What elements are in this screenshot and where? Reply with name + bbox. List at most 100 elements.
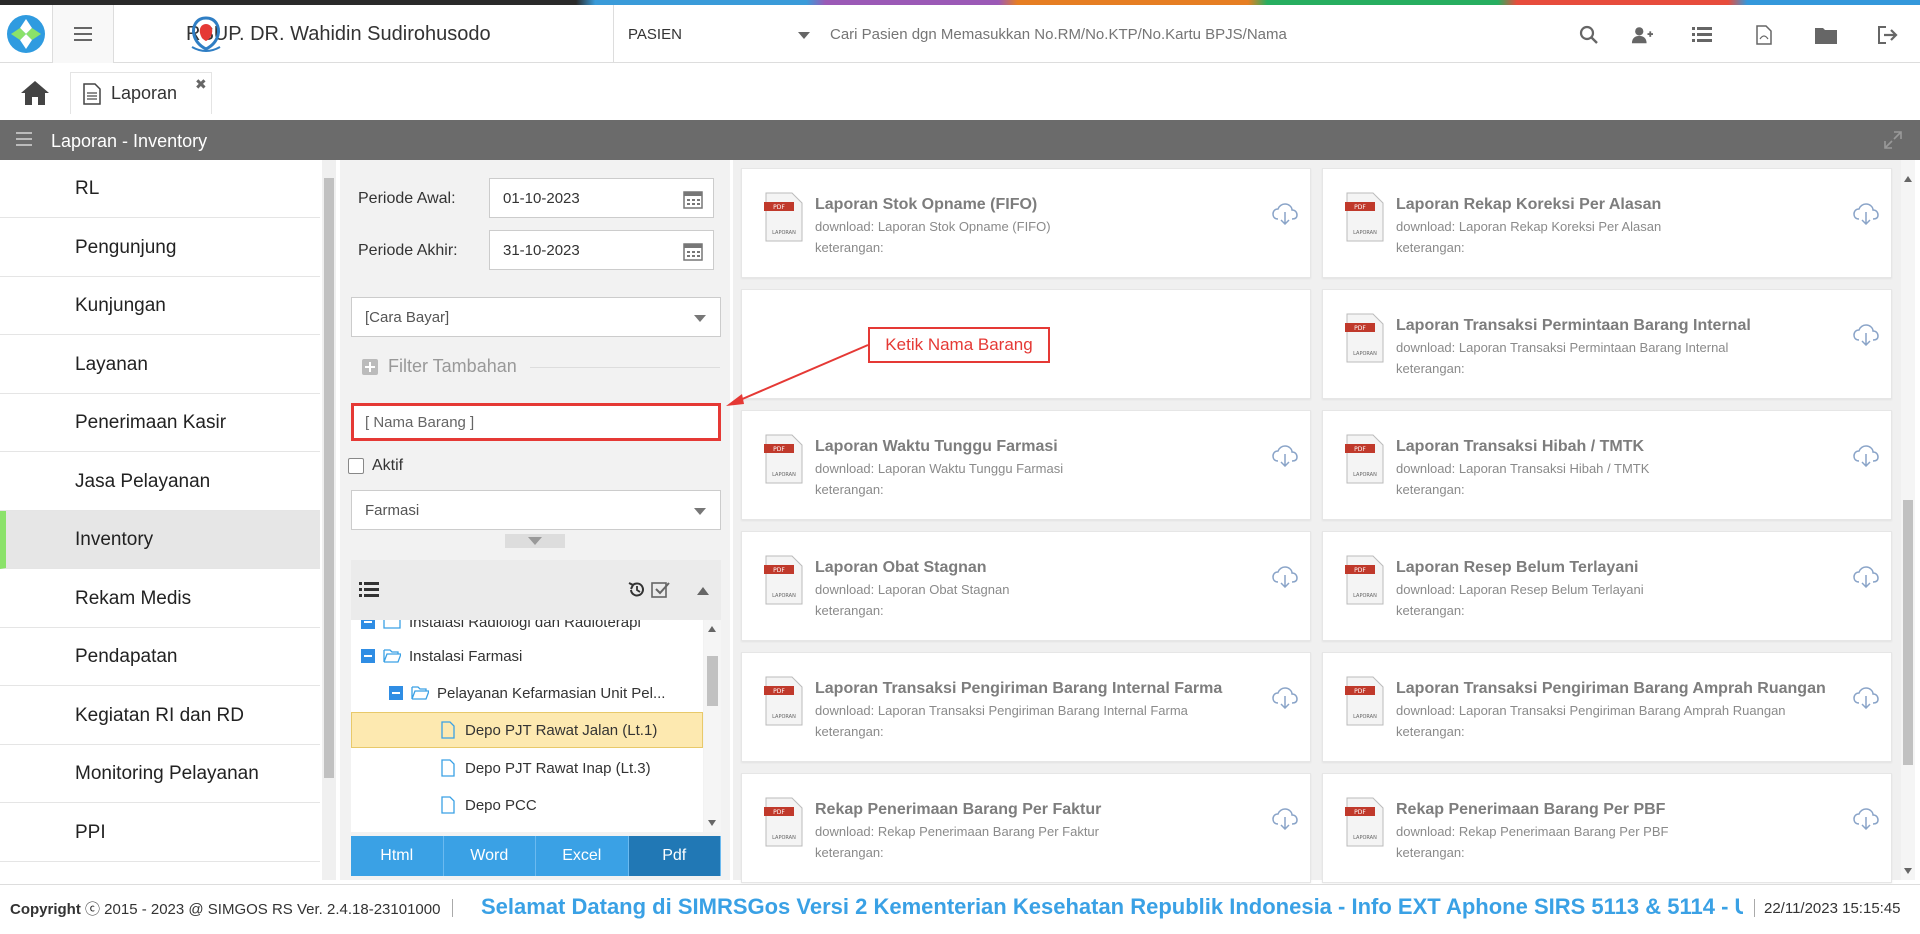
sidebar-item-penerimaan-kasir[interactable]: Penerimaan Kasir — [0, 394, 320, 452]
tab-laporan[interactable]: Laporan ✖ — [70, 72, 212, 114]
cloud-download-icon[interactable] — [1853, 445, 1879, 467]
sidebar-item-pengunjung[interactable]: Pengunjung — [0, 219, 320, 277]
report-card[interactable]: PDF LAPORAN Laporan Transaksi Pengiriman … — [1322, 652, 1892, 762]
footer-datetime: 22/11/2023 15:15:45 — [1764, 900, 1901, 917]
report-card[interactable]: PDF LAPORAN Laporan Stok Opname (FIFO) do… — [741, 168, 1311, 278]
calendar-icon[interactable] — [683, 189, 703, 209]
cloud-download-icon[interactable] — [1272, 203, 1298, 225]
report-card[interactable]: PDF LAPORAN Laporan Resep Belum Terlayani… — [1322, 531, 1892, 641]
chevron-up-icon[interactable] — [697, 587, 709, 595]
cloud-download-icon[interactable] — [1272, 687, 1298, 709]
cloud-download-icon[interactable] — [1853, 203, 1879, 225]
cloud-download-icon[interactable] — [1853, 687, 1879, 709]
sidebar-item-kunjungan[interactable]: Kunjungan — [0, 277, 320, 335]
sidebar-item-rekam-medis[interactable]: Rekam Medis — [0, 570, 320, 628]
periode-awal-input[interactable]: 01-10-2023 — [489, 178, 714, 218]
footer: Copyright ⓒ 2015 - 2023 @ SIMGOS RS Ver.… — [0, 884, 1920, 930]
export-word-button[interactable]: Word — [443, 836, 536, 876]
sidebar-item-layanan[interactable]: Layanan — [0, 336, 320, 394]
tree-item[interactable]: Depo PJT Rawat Inap (Lt.3) — [351, 750, 703, 786]
hamburger-menu-button[interactable] — [52, 5, 114, 63]
expand-icon[interactable] — [361, 620, 375, 629]
report-title[interactable]: Rekap Penerimaan Barang Per Faktur — [815, 801, 1101, 819]
report-title[interactable]: Laporan Waktu Tunggu Farmasi — [815, 438, 1058, 456]
sidebar-item-rl[interactable]: RL — [0, 160, 320, 218]
sidebar-scrollbar[interactable] — [322, 160, 336, 880]
report-card[interactable]: PDF LAPORAN Rekap Penerimaan Barang Per P… — [1322, 773, 1892, 883]
periode-akhir-input[interactable]: 31-10-2023 — [489, 230, 714, 270]
report-title[interactable]: Laporan Transaksi Pengiriman Barang Inte… — [815, 680, 1222, 698]
report-card[interactable]: PDF LAPORAN Laporan Obat Stagnan download… — [741, 531, 1311, 641]
tree-item[interactable]: Pelayanan Kefarmasian Unit Pel... — [351, 675, 703, 711]
nama-barang-input[interactable]: [ Nama Barang ] — [351, 403, 721, 441]
report-title[interactable]: Rekap Penerimaan Barang Per PBF — [1396, 801, 1665, 819]
report-card[interactable]: PDF LAPORAN Rekap Penerimaan Barang Per F… — [741, 773, 1311, 883]
report-title[interactable]: Laporan Obat Stagnan — [815, 559, 987, 577]
home-icon[interactable] — [16, 78, 54, 108]
check-all-icon[interactable] — [651, 580, 671, 600]
aktif-label: Aktif — [372, 457, 404, 474]
report-title[interactable]: Laporan Transaksi Pengiriman Barang Ampr… — [1396, 680, 1826, 698]
export-pdf-button[interactable]: Pdf — [628, 836, 721, 876]
sidebar-item-jasa-pelayanan[interactable]: Jasa Pelayanan — [0, 453, 320, 511]
report-title[interactable]: Laporan Transaksi Permintaan Barang Inte… — [1396, 317, 1751, 335]
report-card[interactable]: PDF LAPORAN Laporan Transaksi Pengiriman … — [741, 652, 1311, 762]
report-title[interactable]: Laporan Resep Belum Terlayani — [1396, 559, 1638, 577]
search-icon[interactable] — [1578, 24, 1600, 46]
tree-item-selected[interactable]: Depo PJT Rawat Jalan (Lt.1) — [351, 712, 703, 748]
cloud-download-icon[interactable] — [1853, 324, 1879, 346]
patient-search-input[interactable] — [830, 19, 1550, 49]
tree-scrollbar[interactable] — [704, 620, 721, 832]
history-icon[interactable] — [627, 580, 647, 600]
collapse-icon[interactable] — [361, 649, 375, 663]
report-title[interactable]: Laporan Rekap Koreksi Per Alasan — [1396, 196, 1661, 214]
collapse-icon[interactable] — [389, 686, 403, 700]
pdf-file-icon: PDF LAPORAN — [1345, 555, 1384, 605]
report-title[interactable]: Laporan Transaksi Hibah / TMTK — [1396, 438, 1644, 456]
cara-bayar-select[interactable]: [Cara Bayar] — [351, 297, 721, 337]
cloud-download-icon[interactable] — [1853, 808, 1879, 830]
cloud-download-icon[interactable] — [1853, 566, 1879, 588]
section-menu-icon[interactable] — [16, 132, 32, 146]
filter-tambahan-toggle[interactable]: Filter Tambahan — [362, 356, 517, 377]
calendar-icon[interactable] — [683, 241, 703, 261]
tree-item[interactable]: Instalasi Farmasi — [351, 638, 703, 674]
sidebar-item-monitoring-pelayanan[interactable]: Monitoring Pelayanan — [0, 745, 320, 803]
svg-text:LAPORAN: LAPORAN — [1353, 835, 1377, 841]
report-card[interactable]: PDF LAPORAN Laporan Waktu Tunggu Farmasi … — [741, 410, 1311, 520]
report-keterangan: keterangan: — [1396, 240, 1465, 255]
sidebar-item-ppi[interactable]: PPI — [0, 804, 320, 862]
aktif-checkbox-row[interactable]: Aktif — [348, 457, 403, 475]
report-title[interactable]: Laporan Stok Opname (FIFO) — [815, 196, 1037, 214]
aktif-checkbox[interactable] — [348, 458, 364, 474]
sidebar-item-kegiatan-ri-rd[interactable]: Kegiatan RI dan RD — [0, 687, 320, 745]
add-user-icon[interactable] — [1631, 24, 1653, 46]
tree-item[interactable]: Depo PCC — [351, 787, 703, 823]
cloud-download-icon[interactable] — [1272, 808, 1298, 830]
cloud-download-icon[interactable] — [1272, 445, 1298, 467]
pasien-type-select[interactable]: PASIEN — [614, 5, 824, 63]
report-card[interactable]: PDF LAPORAN Laporan Transaksi Permintaan … — [1322, 289, 1892, 399]
list-icon[interactable] — [1691, 24, 1713, 46]
close-icon[interactable]: ✖ — [195, 76, 207, 93]
report-card[interactable]: PDF LAPORAN Laporan Transaksi Hibah / TMT… — [1322, 410, 1892, 520]
cloud-download-icon[interactable] — [1272, 566, 1298, 588]
folder-icon[interactable] — [1815, 24, 1837, 46]
jenis-select[interactable]: Farmasi — [351, 490, 721, 530]
expand-icon[interactable] — [1884, 131, 1902, 149]
pdf-icon[interactable] — [1753, 24, 1775, 46]
sidebar-item-pendapatan[interactable]: Pendapatan — [0, 628, 320, 686]
app-logo[interactable] — [0, 5, 52, 63]
chevron-down-icon — [694, 315, 706, 322]
report-scrollbar[interactable] — [1901, 160, 1915, 880]
list-icon[interactable] — [359, 582, 379, 598]
logout-icon[interactable] — [1877, 24, 1899, 46]
export-excel-button[interactable]: Excel — [536, 836, 629, 876]
chevron-down-icon[interactable] — [798, 32, 810, 39]
collapse-toggle[interactable] — [505, 534, 565, 548]
tree-item[interactable]: Instalasi Radiologi dan Radioterapi — [351, 620, 703, 640]
report-card[interactable]: PDF LAPORAN Laporan Rekap Koreksi Per Ala… — [1322, 168, 1892, 278]
export-html-button[interactable]: Html — [351, 836, 444, 876]
sidebar-item-inventory[interactable]: Inventory — [0, 511, 320, 569]
file-icon — [441, 721, 455, 739]
